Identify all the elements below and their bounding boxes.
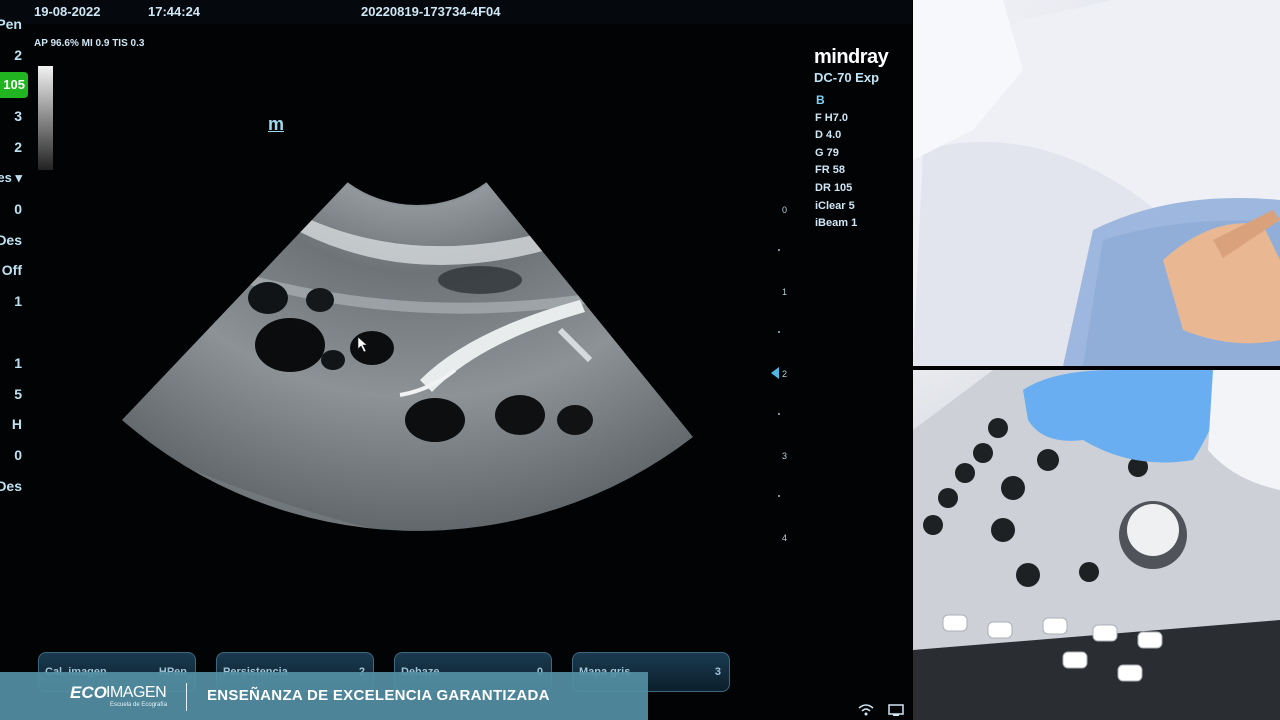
brand-logo: mindray: [814, 46, 889, 68]
param-dynamic-range: DR 105: [815, 182, 853, 194]
param-ibeam: iBeam 1: [815, 217, 858, 229]
ultrasound-image[interactable]: [0, 0, 912, 720]
video-patient-view: [913, 0, 1280, 366]
param-depth: D 4.0: [815, 129, 842, 141]
logo-eco: ECO: [70, 683, 107, 702]
depth-tick: 2: [782, 369, 788, 379]
wifi-icon: [858, 704, 874, 716]
focus-marker-icon[interactable]: [771, 367, 779, 379]
banner-divider: [186, 683, 187, 711]
logo-imagen: IMAGEN: [106, 684, 167, 701]
monitor-icon: [888, 704, 904, 716]
depth-minor-tick: [778, 413, 780, 415]
ecoimagen-logo: ECO IMAGEN Escuela de Ecografía: [70, 683, 170, 713]
depth-tick: 0: [782, 205, 788, 215]
device-model: DC-70 Exp: [814, 70, 880, 85]
depth-tick: 1: [782, 287, 788, 297]
depth-minor-tick: [778, 495, 780, 497]
depth-minor-tick: [778, 249, 780, 251]
ultrasound-screen: 19-08-2022 17:44:24 20220819-173734-4F04…: [0, 0, 912, 720]
patient-scene: [913, 0, 1280, 366]
depth-tick: 3: [782, 451, 788, 461]
imaging-mode: B: [816, 93, 825, 107]
console-scene: [913, 370, 1280, 720]
sector-scan: [122, 183, 693, 531]
video-console-view: [913, 370, 1280, 720]
depth-tick: 4: [782, 533, 788, 543]
param-gain: G 79: [815, 147, 839, 159]
softkey-value: 3: [714, 666, 721, 678]
banner-text: ENSEÑANZA DE EXCELENCIA GARANTIZADA: [207, 687, 550, 704]
depth-minor-tick: [778, 331, 780, 333]
param-frame-rate: FR 58: [815, 164, 845, 176]
param-frequency: F H7.0: [815, 112, 849, 124]
logo-subtitle: Escuela de Ecografía: [110, 702, 168, 708]
param-iclear: iClear 5: [815, 200, 855, 212]
